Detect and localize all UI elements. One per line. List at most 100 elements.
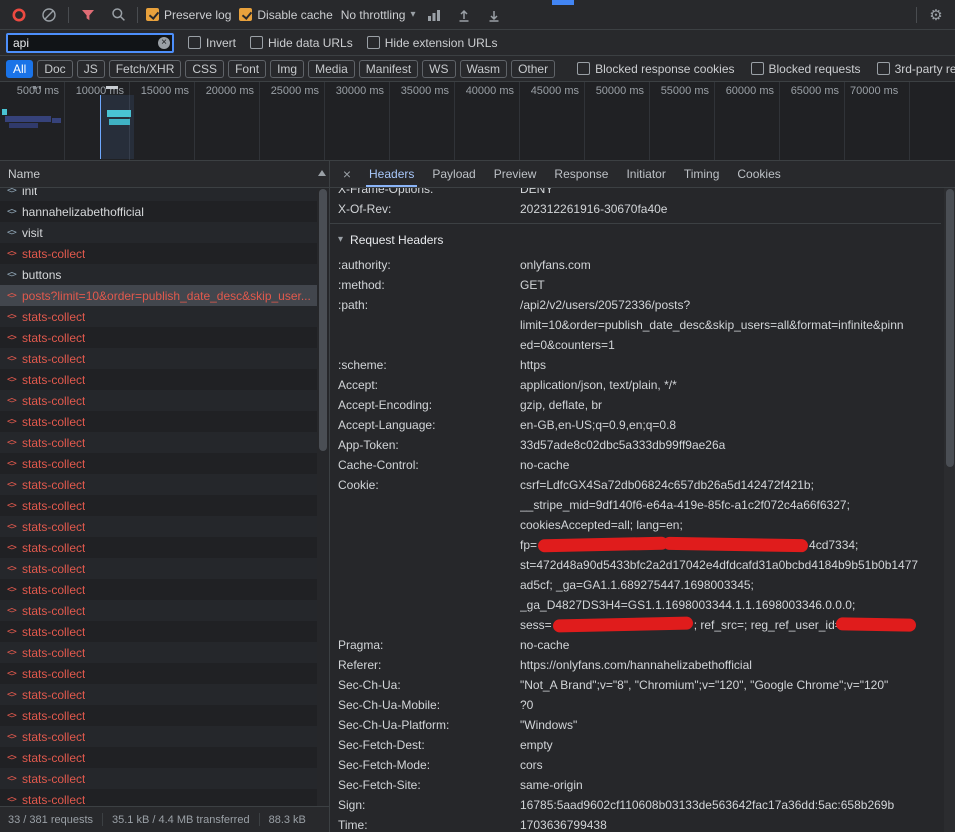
transferred-size: 35.1 kB / 4.4 MB transferred bbox=[112, 814, 250, 826]
header-name: :path: bbox=[330, 295, 520, 315]
request-row[interactable]: <> init bbox=[0, 188, 329, 201]
filter-pill-fetch-xhr[interactable]: Fetch/XHR bbox=[109, 60, 182, 78]
header-value: no-cache bbox=[520, 635, 941, 655]
request-row[interactable]: <> stats-collect bbox=[0, 684, 329, 705]
script-icon: <> bbox=[7, 501, 22, 511]
tab-initiator[interactable]: Initiator bbox=[617, 161, 674, 187]
request-row[interactable]: <> posts?limit=10&order=publish_date_des… bbox=[0, 285, 329, 306]
header-value-line: https bbox=[520, 355, 941, 375]
filter-toggle-button[interactable] bbox=[77, 4, 99, 26]
request-row[interactable]: <> stats-collect bbox=[0, 348, 329, 369]
request-row[interactable]: <> stats-collect bbox=[0, 474, 329, 495]
search-button[interactable] bbox=[107, 4, 129, 26]
request-row[interactable]: <> stats-collect bbox=[0, 579, 329, 600]
request-headers-section[interactable]: ▾ Request Headers bbox=[330, 223, 941, 255]
request-row[interactable]: <> stats-collect bbox=[0, 558, 329, 579]
hide-data-urls-checkbox[interactable]: Hide data URLs bbox=[250, 36, 353, 50]
header-name: App-Token: bbox=[330, 435, 520, 455]
request-row[interactable]: <> stats-collect bbox=[0, 516, 329, 537]
request-row[interactable]: <> stats-collect bbox=[0, 369, 329, 390]
tab-payload[interactable]: Payload bbox=[423, 161, 484, 187]
request-row[interactable]: <> visit bbox=[0, 222, 329, 243]
filter-pill-media[interactable]: Media bbox=[308, 60, 355, 78]
request-row[interactable]: <> stats-collect bbox=[0, 411, 329, 432]
details-scrollbar[interactable] bbox=[944, 188, 955, 832]
timeline-tick: 70000 ms bbox=[845, 82, 910, 160]
timeline-tick: 40000 ms bbox=[455, 82, 520, 160]
request-row[interactable]: <> stats-collect bbox=[0, 327, 329, 348]
scrollbar-thumb[interactable] bbox=[946, 189, 954, 467]
settings-gear-icon[interactable]: ⚙ bbox=[925, 4, 947, 26]
filter-input[interactable] bbox=[6, 33, 174, 53]
request-row[interactable]: <> stats-collect bbox=[0, 390, 329, 411]
disable-cache-checkbox[interactable]: Disable cache bbox=[239, 8, 332, 22]
tab-response[interactable]: Response bbox=[545, 161, 617, 187]
request-row[interactable]: <> stats-collect bbox=[0, 306, 329, 327]
request-name: stats-collect bbox=[22, 709, 85, 723]
filter-pill-doc[interactable]: Doc bbox=[37, 60, 72, 78]
network-main-area: Name <> init <> hannahelizabethofficial bbox=[0, 161, 955, 832]
checkbox-icon bbox=[250, 36, 263, 49]
header-value-line: gzip, deflate, br bbox=[520, 395, 941, 415]
request-name: stats-collect bbox=[22, 772, 85, 786]
request-row[interactable]: <> stats-collect bbox=[0, 789, 329, 806]
request-row[interactable]: <> stats-collect bbox=[0, 621, 329, 642]
blocked-requests-checkbox[interactable]: Blocked requests bbox=[751, 62, 861, 76]
preserve-log-checkbox[interactable]: Preserve log bbox=[146, 8, 231, 22]
header-value-line: sess=; ref_src=; reg_ref_user_id= bbox=[520, 615, 941, 635]
script-icon: <> bbox=[7, 438, 22, 448]
scroll-up-arrow-icon[interactable] bbox=[318, 170, 326, 176]
tab-preview[interactable]: Preview bbox=[485, 161, 546, 187]
filter-pill-manifest[interactable]: Manifest bbox=[359, 60, 418, 78]
filter-pill-font[interactable]: Font bbox=[228, 60, 266, 78]
request-row[interactable]: <> stats-collect bbox=[0, 747, 329, 768]
clear-filter-icon[interactable]: × bbox=[158, 37, 170, 49]
request-row[interactable]: <> stats-collect bbox=[0, 600, 329, 621]
request-row[interactable]: <> stats-collect bbox=[0, 768, 329, 789]
filter-pill-js[interactable]: JS bbox=[77, 60, 105, 78]
request-row[interactable]: <> stats-collect bbox=[0, 243, 329, 264]
filter-pill-css[interactable]: CSS bbox=[185, 60, 224, 78]
header-value-line: fp=4cd7334; bbox=[520, 535, 941, 555]
header-value-line: DENY bbox=[520, 188, 941, 199]
tab-headers[interactable]: Headers bbox=[360, 161, 423, 187]
request-row[interactable]: <> stats-collect bbox=[0, 537, 329, 558]
filter-pill-img[interactable]: Img bbox=[270, 60, 304, 78]
request-row[interactable]: <> stats-collect bbox=[0, 705, 329, 726]
request-list-scrollbar[interactable] bbox=[317, 188, 329, 806]
export-har-button[interactable] bbox=[483, 4, 505, 26]
timeline-overview[interactable]: 5000 ms 10000 ms 15000 ms 20000 ms 25000… bbox=[0, 82, 955, 161]
invert-checkbox[interactable]: Invert bbox=[188, 36, 236, 50]
hide-extension-urls-checkbox[interactable]: Hide extension URLs bbox=[367, 36, 498, 50]
header-name: X-Frame-Options: bbox=[330, 188, 520, 199]
tab-cookies[interactable]: Cookies bbox=[728, 161, 789, 187]
checkbox-icon bbox=[577, 62, 590, 75]
filter-pill-all[interactable]: All bbox=[6, 60, 33, 78]
request-row[interactable]: <> stats-collect bbox=[0, 495, 329, 516]
timeline-tick: 65000 ms bbox=[780, 82, 845, 160]
timeline-label: 65000 ms bbox=[791, 85, 839, 97]
request-row[interactable]: <> stats-collect bbox=[0, 432, 329, 453]
blocked-response-cookies-checkbox[interactable]: Blocked response cookies bbox=[577, 62, 734, 76]
name-column-header[interactable]: Name bbox=[0, 161, 329, 188]
request-name: stats-collect bbox=[22, 499, 85, 513]
close-details-button[interactable]: × bbox=[336, 163, 358, 185]
scrollbar-thumb[interactable] bbox=[319, 189, 327, 451]
request-row[interactable]: <> stats-collect bbox=[0, 453, 329, 474]
filter-pill-wasm[interactable]: Wasm bbox=[460, 60, 508, 78]
tab-timing[interactable]: Timing bbox=[675, 161, 729, 187]
third-party-requests-checkbox[interactable]: 3rd-party requests bbox=[877, 62, 955, 76]
request-row[interactable]: <> stats-collect bbox=[0, 642, 329, 663]
record-button[interactable] bbox=[8, 4, 30, 26]
import-har-button[interactable] bbox=[453, 4, 475, 26]
request-row[interactable]: <> stats-collect bbox=[0, 663, 329, 684]
network-conditions-button[interactable] bbox=[423, 4, 445, 26]
throttling-select[interactable]: No throttling ▾ bbox=[341, 8, 416, 22]
filter-pill-other[interactable]: Other bbox=[511, 60, 555, 78]
filter-pill-ws[interactable]: WS bbox=[422, 60, 455, 78]
request-name: stats-collect bbox=[22, 457, 85, 471]
request-row[interactable]: <> stats-collect bbox=[0, 726, 329, 747]
request-row[interactable]: <> hannahelizabethofficial bbox=[0, 201, 329, 222]
clear-button[interactable] bbox=[38, 4, 60, 26]
request-row[interactable]: <> buttons bbox=[0, 264, 329, 285]
